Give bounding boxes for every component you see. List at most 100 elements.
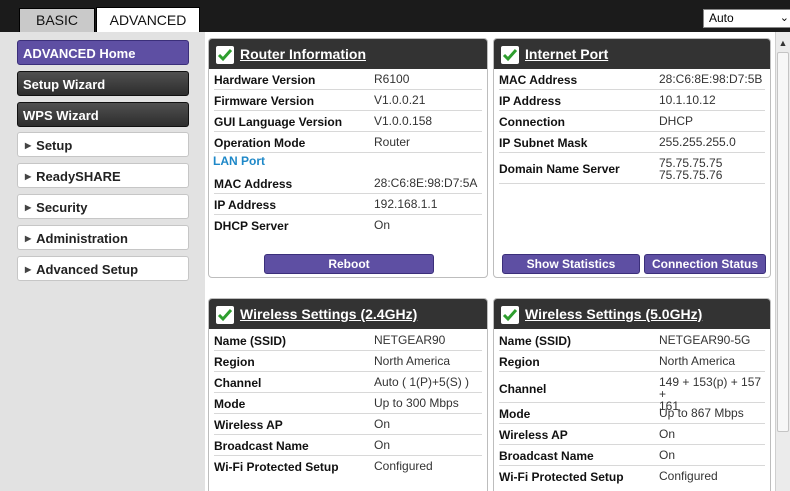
internet-port-panel: Internet Port MAC Address 28:C6:8E:98:D7:… [493,38,771,278]
info-row: Region North America [499,352,765,372]
info-row: Mode Up to 300 Mbps [214,394,482,414]
triangle-right-icon: ▶ [25,141,32,150]
triangle-right-icon: ▶ [25,172,32,181]
sidebar-item-label: Administration [36,231,128,246]
row-value: NETGEAR90 [374,333,446,347]
triangle-right-icon: ▶ [25,203,32,212]
row-key: IP Address [214,198,277,212]
panel-header: Internet Port [494,39,770,69]
wireless-50ghz-panel: Wireless Settings (5.0GHz) Name (SSID) NE… [493,298,771,491]
row-value: Auto ( 1(P)+5(S) ) [374,375,470,389]
info-row: IP Address 10.1.10.12 [499,91,765,111]
row-key: IP Address [499,94,562,108]
row-value: Router [374,135,411,149]
info-row: DHCP Server On [214,216,482,236]
sidebar-item-wps-wizard[interactable]: WPS Wizard [17,102,189,127]
internet-port-title[interactable]: Internet Port [525,46,608,62]
checkmark-icon [216,306,234,324]
row-key: Region [499,355,540,369]
wireless-24ghz-title[interactable]: Wireless Settings (2.4GHz) [240,306,417,322]
sidebar-item-setup-wizard[interactable]: Setup Wizard [17,71,189,96]
row-key: DHCP Server [214,219,289,233]
sidebar-item-label: Advanced Setup [36,262,139,277]
row-key: Channel [214,376,262,390]
row-key: Broadcast Name [214,439,309,453]
show-statistics-button[interactable]: Show Statistics [502,254,640,274]
row-value: V1.0.0.21 [374,93,426,107]
info-row: Wi-Fi Protected Setup Configured [499,467,765,487]
row-key: Wireless AP [499,428,568,442]
wireless-50ghz-title[interactable]: Wireless Settings (5.0GHz) [525,306,702,322]
row-key: Name (SSID) [499,334,572,348]
sidebar-item-label: Security [36,200,88,215]
chevron-down-icon: ⌄ [779,12,789,24]
router-information-panel: Router Information Hardware Version R6100… [208,38,488,278]
row-key: Wi-Fi Protected Setup [499,470,624,484]
panel-header: Router Information [209,39,487,69]
row-value: 75.75.75.75 75.75.75.76 [659,157,722,181]
row-key: Wireless AP [214,418,283,432]
language-select-value: Auto [709,11,734,25]
checkmark-icon [216,46,234,64]
vertical-scrollbar[interactable]: ▲ [775,32,790,491]
sidebar-item-advanced-home[interactable]: ADVANCED Home [17,40,189,65]
lan-port-label: LAN Port [213,154,265,168]
row-key: Domain Name Server [499,162,620,176]
row-key: Firmware Version [214,94,315,108]
sidebar-item-label: Setup [36,138,73,153]
triangle-right-icon: ▶ [25,265,32,274]
row-value: DHCP [659,114,694,128]
info-row: Operation Mode Router [214,133,482,153]
row-key: Connection [499,115,565,129]
tab-basic[interactable]: BASIC [19,8,95,32]
router-information-title[interactable]: Router Information [240,46,366,62]
row-value: On [659,427,676,441]
info-row: Mode Up to 867 Mbps [499,404,765,424]
row-value: Up to 300 Mbps [374,396,459,410]
triangle-right-icon: ▶ [25,234,32,243]
row-value: On [374,218,391,232]
info-row: MAC Address 28:C6:8E:98:D7:5A [214,174,482,194]
info-row: Channel Auto ( 1(P)+5(S) ) [214,373,482,393]
row-key: Channel [499,382,547,396]
row-key: MAC Address [499,73,578,87]
row-key: Mode [499,407,531,421]
row-value: Up to 867 Mbps [659,406,744,420]
top-bar: BASIC ADVANCED Auto ⌄ [0,0,790,32]
panel-header: Wireless Settings (2.4GHz) [209,299,487,329]
sidebar-item-advanced-setup[interactable]: ▶ Advanced Setup [17,256,189,281]
sidebar-item-administration[interactable]: ▶ Administration [17,225,189,250]
row-value: 192.168.1.1 [374,197,438,211]
connection-status-button[interactable]: Connection Status [644,254,766,274]
row-value: North America [659,354,736,368]
reboot-button[interactable]: Reboot [264,254,434,274]
row-key: Region [214,355,255,369]
info-row: GUI Language Version V1.0.0.158 [214,112,482,132]
info-row: Channel 149 + 153(p) + 157 +161 [499,373,765,412]
row-value: Configured [374,459,433,473]
row-value: NETGEAR90-5G [659,333,751,347]
info-row: Domain Name Server 75.75.75.75 75.75.75.76 [499,154,765,184]
checkmark-icon [501,46,519,64]
language-select[interactable]: Auto ⌄ [703,9,790,28]
sidebar-item-security[interactable]: ▶ Security [17,194,189,219]
row-key: Hardware Version [214,73,316,87]
channel-line-1: 149 + 153(p) + 157 + [659,375,762,401]
row-key: Name (SSID) [214,334,287,348]
scroll-up-arrow-icon[interactable]: ▲ [776,36,790,50]
row-value: R6100 [374,72,410,86]
row-value: 28:C6:8E:98:D7:5A [374,176,478,190]
info-row: Wireless AP On [214,415,482,435]
sidebar-item-setup[interactable]: ▶ Setup [17,132,189,157]
checkmark-icon [501,306,519,324]
info-row: Wireless AP On [499,425,765,445]
row-key: Broadcast Name [499,449,594,463]
info-row: Name (SSID) NETGEAR90 [214,331,482,351]
row-value: 10.1.10.12 [659,93,716,107]
tab-advanced[interactable]: ADVANCED [96,7,200,32]
row-key: GUI Language Version [214,115,343,129]
sidebar-item-readyshare[interactable]: ▶ ReadySHARE [17,163,189,188]
row-key: Mode [214,397,246,411]
scrollbar-thumb[interactable] [777,52,789,432]
row-value: North America [374,354,451,368]
